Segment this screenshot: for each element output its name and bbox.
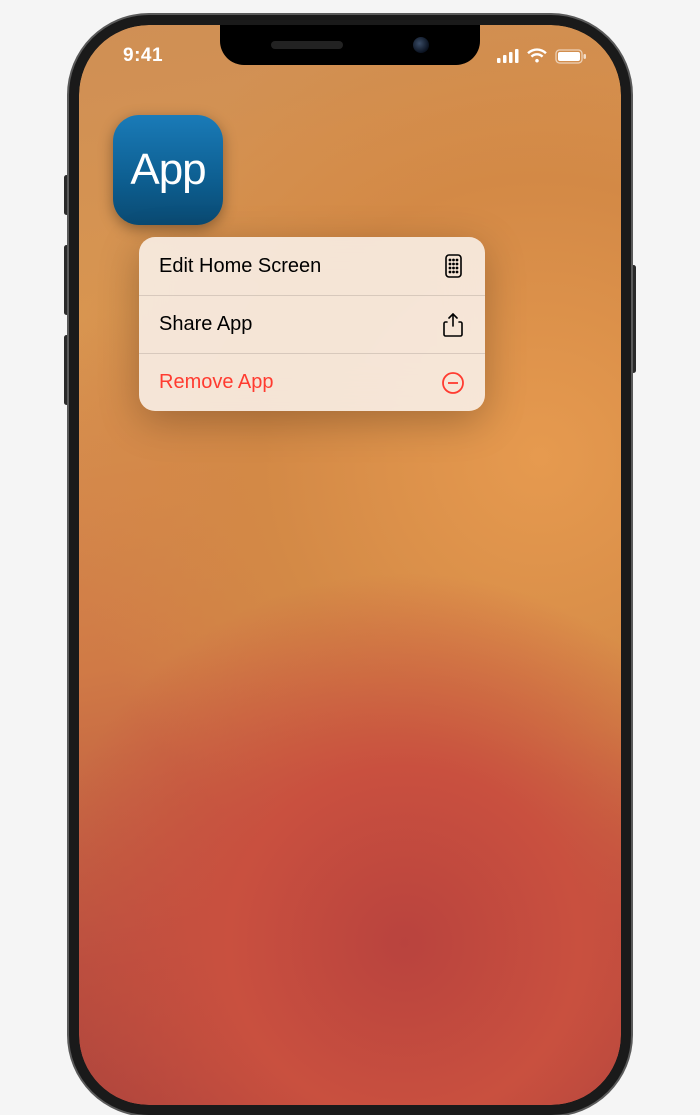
menu-item-remove-app[interactable]: Remove App	[139, 353, 485, 411]
menu-item-edit-home-screen[interactable]: Edit Home Screen	[139, 237, 485, 295]
status-bar: 9:41	[79, 42, 621, 70]
home-grid-icon	[441, 254, 465, 278]
remove-circle-icon	[441, 371, 465, 395]
home-screen: 9:41	[79, 25, 621, 1105]
menu-item-label: Remove App	[159, 371, 274, 394]
share-icon	[441, 313, 465, 337]
context-menu: Edit Home Screen Share App	[139, 237, 485, 411]
menu-item-label: Edit Home Screen	[159, 255, 321, 278]
menu-item-share-app[interactable]: Share App	[139, 295, 485, 353]
wifi-icon	[526, 48, 548, 64]
app-icon-label: App	[130, 145, 205, 195]
side-button[interactable]	[631, 265, 636, 373]
app-icon[interactable]: App	[113, 115, 223, 225]
cellular-signal-icon	[497, 49, 519, 63]
menu-item-label: Share App	[159, 313, 252, 336]
iphone-frame: 9:41	[69, 15, 631, 1115]
status-time: 9:41	[123, 45, 163, 67]
battery-icon	[555, 49, 587, 64]
